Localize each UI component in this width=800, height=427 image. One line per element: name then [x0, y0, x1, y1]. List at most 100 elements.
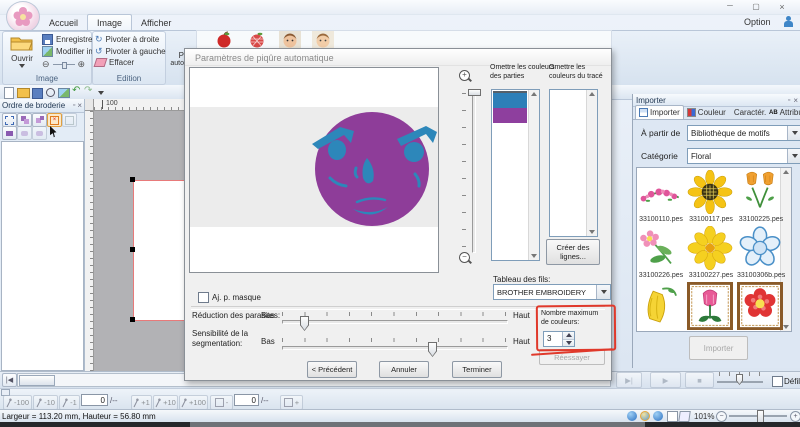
preview-zoom-track[interactable]: [472, 91, 476, 253]
pattern-thumbnail[interactable]: 33100306b.pes: [737, 226, 785, 279]
thread-chart-dropdown[interactable]: BROTHER EMBROIDERY: [493, 284, 611, 300]
zoom-plus-icon[interactable]: +: [790, 411, 800, 422]
create-lines-button[interactable]: Créer des lignes...: [546, 239, 600, 265]
scroll-down-icon[interactable]: [531, 254, 537, 258]
pattern-thumbnail[interactable]: 33100117.pes: [687, 170, 735, 223]
app-logo[interactable]: [6, 1, 40, 33]
category-dropdown-arrow-icon[interactable]: [787, 149, 800, 163]
thread-chart-arrow-icon[interactable]: [596, 285, 610, 299]
import-button[interactable]: Importer: [689, 336, 748, 360]
from-dropdown-arrow-icon[interactable]: [787, 126, 800, 140]
tab-couleur[interactable]: Couleur: [684, 106, 729, 119]
pattern-thumbnail[interactable]: [637, 282, 685, 332]
frame-button-disabled[interactable]: [62, 113, 77, 127]
add-mask-checkbox[interactable]: [198, 292, 209, 303]
scroll-home-button[interactable]: |◀: [2, 373, 17, 387]
piece-back-button[interactable]: -: [210, 395, 233, 410]
piece-fwd-button[interactable]: +: [280, 395, 303, 410]
view-mode-1-icon[interactable]: [627, 411, 637, 421]
region-list-scrollbar[interactable]: [528, 90, 539, 260]
sim-skip-button[interactable]: ▶|: [616, 372, 642, 388]
minimize-button[interactable]: ─: [722, 2, 738, 12]
order-tool-3-button[interactable]: [32, 126, 47, 140]
finish-button[interactable]: Terminer: [452, 361, 502, 378]
previous-button[interactable]: < Précédent: [307, 361, 357, 378]
preview-zoom-out-icon[interactable]: −: [459, 252, 472, 265]
page-handle-bottom-left[interactable]: [130, 317, 135, 322]
stitch-number-field[interactable]: 0: [81, 394, 108, 406]
stitch-fwd-1-button[interactable]: +1: [131, 395, 152, 410]
noise-slider-track[interactable]: [282, 320, 508, 324]
region-color-list[interactable]: [491, 89, 540, 261]
region-color-swatch-blue[interactable]: [493, 91, 527, 108]
redo-icon[interactable]: ↷: [84, 85, 92, 96]
save-file-icon[interactable]: [32, 88, 43, 99]
piece-number-field[interactable]: 0: [234, 394, 259, 406]
outline-color-list[interactable]: [549, 89, 598, 237]
pattern-browser[interactable]: 33100110.pes 33100117.pes: [636, 167, 792, 332]
noise-slider-thumb[interactable]: [300, 316, 309, 331]
new-document-icon[interactable]: [4, 87, 14, 99]
zoom-tool-icon[interactable]: [46, 88, 55, 97]
zoom-slider[interactable]: [53, 64, 75, 65]
stitch-back-1-button[interactable]: -1: [59, 395, 80, 410]
scroll-up-icon[interactable]: [589, 92, 595, 96]
erase-button[interactable]: Effacer: [95, 58, 134, 67]
page-handle-mid-left[interactable]: [130, 247, 135, 252]
stitch-back-100-button[interactable]: -100: [3, 395, 32, 410]
import-panel-pin-icon[interactable]: ▫: [788, 97, 790, 104]
auto-punch-button[interactable]: P auto: [166, 31, 184, 81]
ungroup-objects-button[interactable]: [32, 113, 47, 127]
select-cursor-icon[interactable]: [50, 126, 59, 138]
pattern-thumbnail[interactable]: [687, 282, 735, 332]
stitch-back-10-button[interactable]: -10: [33, 395, 58, 410]
quick-toolbar-dropdown-icon[interactable]: [98, 91, 104, 95]
scroll-down-icon[interactable]: [589, 230, 595, 234]
stitch-view-icon[interactable]: [678, 411, 691, 422]
hscroll-thumb[interactable]: [19, 375, 55, 386]
stitch-fwd-10-button[interactable]: +10: [153, 395, 178, 410]
page-handle-top-left[interactable]: [130, 177, 135, 182]
undo-icon[interactable]: ↶: [72, 85, 80, 96]
sim-play-button[interactable]: ▶: [650, 372, 681, 388]
pattern-thumbnail[interactable]: [737, 282, 785, 332]
rotate-right-button[interactable]: ↻ Pivoter à droite: [95, 34, 159, 45]
group-objects-button[interactable]: [17, 113, 32, 127]
order-tool-1-button[interactable]: [2, 126, 17, 140]
scroll-up-icon[interactable]: [531, 92, 537, 96]
pattern-thumbnail[interactable]: 33100227.pes: [687, 226, 735, 279]
option-menu[interactable]: Option: [744, 17, 771, 27]
from-dropdown[interactable]: Bibliothèque de motifs: [687, 125, 800, 141]
realistic-view-icon[interactable]: [667, 411, 678, 422]
import-panel-close-icon[interactable]: ×: [793, 96, 798, 105]
delete-frame-button[interactable]: ×: [47, 113, 62, 127]
order-tool-2-button[interactable]: [17, 126, 32, 140]
pattern-thumbnail[interactable]: 33100225.pes: [737, 170, 785, 223]
order-list[interactable]: [1, 141, 84, 371]
tab-importer[interactable]: Importer: [635, 105, 684, 119]
image-tool-icon[interactable]: [58, 88, 70, 98]
category-dropdown[interactable]: Floral: [687, 148, 800, 164]
preview-zoom-in-icon[interactable]: +: [459, 70, 472, 83]
rotate-left-button[interactable]: ↺ Pivoter à gauche: [95, 46, 166, 57]
segmentation-slider-thumb[interactable]: [428, 342, 437, 357]
view-mode-3-icon[interactable]: [653, 411, 663, 421]
tab-accueil[interactable]: Accueil: [40, 15, 87, 30]
outline-list-scrollbar[interactable]: [586, 90, 597, 236]
tab-attributs[interactable]: AB Attribut...: [766, 106, 800, 119]
cancel-button[interactable]: Annuler: [379, 361, 429, 378]
open-file-icon[interactable]: [17, 88, 30, 98]
panel-close-icon[interactable]: ×: [77, 101, 82, 110]
segmentation-slider-track[interactable]: [282, 346, 508, 350]
tab-caracteristiques[interactable]: Caractér...: [729, 106, 766, 119]
sim-stop-button[interactable]: ■: [685, 372, 714, 388]
open-button[interactable]: Ouvrir: [5, 33, 39, 78]
auto-scroll-checkbox[interactable]: [772, 376, 783, 387]
region-color-swatch-purple[interactable]: [493, 108, 527, 123]
pattern-thumbnail[interactable]: 33100110.pes: [637, 170, 685, 223]
maximize-button[interactable]: ▢: [748, 2, 764, 12]
preview-zoom-thumb[interactable]: [468, 89, 481, 96]
panel-pin-icon[interactable]: ▫: [73, 102, 75, 109]
pattern-thumbnail[interactable]: 33100226.pes: [637, 226, 685, 279]
close-button[interactable]: ×: [774, 2, 790, 12]
